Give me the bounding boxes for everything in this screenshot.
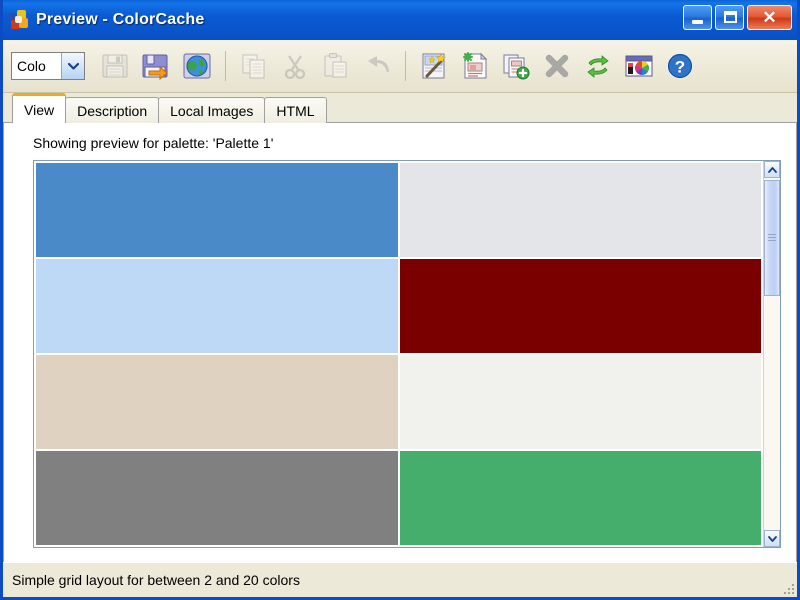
tab-html[interactable]: HTML	[264, 97, 327, 123]
swatch-grid	[34, 161, 763, 547]
preview-window: Preview - ColorCache ✕ Colo ? View Descr…	[0, 0, 800, 600]
tab-description[interactable]: Description	[65, 97, 160, 123]
svg-text:?: ?	[675, 58, 685, 77]
colorcache-icon	[9, 10, 29, 30]
paste-button[interactable]	[317, 47, 355, 85]
toolbar-separator-1	[225, 51, 226, 81]
resize-grip-icon[interactable]	[780, 580, 794, 594]
save-as-button[interactable]	[137, 47, 175, 85]
chevron-up-icon	[767, 166, 777, 173]
status-text: Simple grid layout for between 2 and 20 …	[12, 572, 300, 588]
swatch-row	[35, 258, 762, 354]
open-web-button[interactable]	[178, 47, 216, 85]
color-picker-button[interactable]	[620, 47, 658, 85]
swatch-row	[35, 162, 762, 258]
maximize-button[interactable]	[715, 5, 744, 30]
color-swatch[interactable]	[35, 450, 399, 546]
minimize-button[interactable]	[683, 5, 712, 30]
window-controls: ✕	[683, 5, 792, 30]
tab-local-images[interactable]: Local Images	[158, 97, 266, 123]
close-icon: ✕	[762, 8, 777, 27]
delete-button[interactable]	[538, 47, 576, 85]
tab-view[interactable]: View	[12, 93, 67, 123]
palette-select-value: Colo	[17, 58, 46, 74]
status-bar: Simple grid layout for between 2 and 20 …	[3, 562, 797, 597]
palette-select[interactable]: Colo	[11, 52, 85, 80]
preview-status-label: Showing preview for palette: 'Palette 1'	[33, 135, 274, 151]
tab-content-view: Showing preview for palette: 'Palette 1'	[3, 123, 797, 562]
color-swatch[interactable]	[35, 162, 399, 258]
maximize-icon	[724, 11, 737, 23]
cut-button[interactable]	[276, 47, 314, 85]
toolbar-separator-2	[405, 51, 406, 81]
minimize-icon	[692, 20, 703, 24]
undo-button[interactable]	[358, 47, 396, 85]
copy-button[interactable]	[235, 47, 273, 85]
close-button[interactable]: ✕	[747, 5, 792, 30]
color-swatch[interactable]	[35, 354, 399, 450]
tab-local-images-label: Local Images	[170, 102, 254, 119]
scroll-thumb-grip	[768, 234, 776, 242]
add-page-button[interactable]	[497, 47, 535, 85]
tab-strip: View Description Local Images HTML	[3, 93, 797, 123]
help-button[interactable]: ?	[661, 47, 699, 85]
chevron-down-icon	[767, 535, 777, 542]
scroll-thumb[interactable]	[764, 180, 780, 297]
tab-view-label: View	[24, 101, 55, 118]
save-button[interactable]	[96, 47, 134, 85]
refresh-button[interactable]	[579, 47, 617, 85]
chevron-down-icon[interactable]	[61, 53, 84, 79]
color-swatch[interactable]	[398, 258, 762, 354]
color-swatch[interactable]	[35, 258, 399, 354]
scroll-down-button[interactable]	[764, 530, 780, 547]
magic-wand-button[interactable]	[415, 47, 453, 85]
color-swatch[interactable]	[398, 354, 762, 450]
swatch-row	[35, 354, 762, 450]
title-bar[interactable]: Preview - ColorCache ✕	[3, 0, 797, 40]
color-swatch[interactable]	[398, 162, 762, 258]
palette-preview-frame	[33, 160, 781, 548]
tab-html-label: HTML	[276, 102, 315, 119]
window-title: Preview - ColorCache	[36, 11, 205, 28]
new-palette-button[interactable]	[456, 47, 494, 85]
color-swatch[interactable]	[398, 450, 762, 546]
tab-description-label: Description	[77, 102, 148, 119]
toolbar: Colo ?	[3, 40, 797, 93]
swatch-row	[35, 450, 762, 546]
scroll-track[interactable]	[764, 178, 780, 530]
scroll-up-button[interactable]	[764, 161, 780, 178]
preview-vertical-scrollbar[interactable]	[763, 161, 780, 547]
